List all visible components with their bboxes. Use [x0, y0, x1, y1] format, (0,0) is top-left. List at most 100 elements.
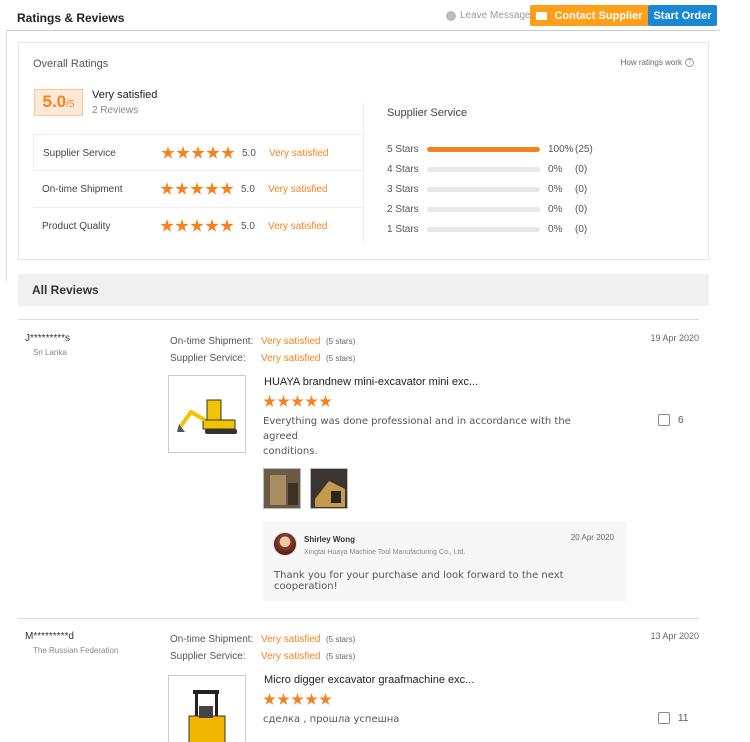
product-title-link[interactable]: HUAYA brandnew mini-excavator mini exc..… — [264, 376, 478, 388]
star-icon — [291, 395, 304, 407]
contact-supplier-label: Contact Supplier — [554, 9, 643, 22]
start-order-button[interactable]: Start Order — [648, 5, 717, 26]
help-icon: ? — [685, 58, 694, 67]
star-icon — [277, 693, 290, 705]
service-label: Supplier Service: — [170, 651, 246, 662]
supplier-service-title: Supplier Service — [387, 107, 468, 119]
product-image[interactable] — [168, 375, 246, 453]
photo-image — [264, 469, 300, 508]
star-rating — [161, 146, 235, 160]
star-distribution: 5 Stars 100% (25) 4 Stars 0% (0) 3 Stars… — [387, 139, 605, 239]
distribution-row: 1 Stars 0% (0) — [387, 219, 605, 239]
divider — [6, 31, 7, 281]
review-text-line: сделка , прошла успешна — [263, 714, 400, 725]
review-count: 2 Reviews — [92, 105, 139, 116]
star-level-count: (0) — [575, 183, 588, 195]
overall-score-badge: 5.0 /5 — [34, 89, 83, 116]
leave-messages-link[interactable]: Leave Messages — [446, 10, 536, 21]
review-photo-thumbnail[interactable] — [263, 468, 301, 509]
how-ratings-work-link[interactable]: How ratings work ? — [621, 58, 694, 67]
star-icon — [190, 182, 204, 195]
review-star-rating — [263, 693, 332, 706]
star-level-count: (0) — [575, 223, 588, 235]
star-icon — [305, 395, 318, 407]
star-icon — [205, 219, 219, 232]
star-icon — [220, 182, 234, 195]
reviews-header: Ratings & Reviews Leave Messages Contact… — [6, 0, 720, 31]
review-text-line: Everything was done professional and in … — [263, 416, 571, 442]
star-level-percent: 0% — [548, 223, 563, 235]
thumbs-up-icon — [658, 414, 670, 426]
service-stars: (5 stars) — [326, 354, 356, 363]
star-rating — [160, 182, 234, 196]
divider — [18, 618, 699, 619]
star-level-percent: 100% — [548, 143, 574, 155]
star-level-label: 3 Stars — [387, 183, 419, 195]
reply-message: Thank you for your purchase and look for… — [274, 570, 564, 592]
dimension-value: 5.0 — [242, 148, 256, 159]
review-photo-thumbnail[interactable] — [310, 468, 348, 509]
star-icon — [160, 219, 174, 232]
supplier-reply: Shirley Wong Xingtai Huaya Machine Tool … — [263, 521, 627, 601]
distribution-bar — [427, 226, 540, 232]
star-icon — [220, 219, 234, 232]
dimension-value: 5.0 — [241, 184, 255, 195]
dimension-satisfaction: Very satisfied — [268, 184, 328, 195]
star-level-label: 5 Stars — [387, 143, 419, 155]
review-dimension-ratings: On-time Shipment: Very satisfied (5 star… — [170, 631, 355, 665]
divider — [363, 103, 364, 243]
thumbs-up-icon — [658, 712, 670, 724]
star-level-label: 4 Stars — [387, 163, 419, 175]
distribution-row: 4 Stars 0% (0) — [387, 159, 605, 179]
review-text-line: conditions. — [263, 446, 318, 457]
review-date: 13 Apr 2020 — [650, 631, 699, 641]
distribution-bar — [427, 166, 540, 172]
distribution-row: 5 Stars 100% (25) — [387, 139, 605, 159]
star-level-label: 2 Stars — [387, 203, 419, 215]
excavator-image — [177, 399, 237, 434]
shipment-label: On-time Shipment: — [170, 634, 254, 645]
all-reviews-title: All Reviews — [32, 283, 99, 297]
review-dimension-ratings: On-time Shipment: Very satisfied (5 star… — [170, 333, 355, 367]
star-icon — [305, 693, 318, 705]
overall-score-max: /5 — [66, 99, 75, 110]
dimension-row-product-quality: Product Quality 5.0 Very satisfied — [33, 208, 364, 245]
product-image[interactable] — [168, 675, 246, 742]
review-photos — [263, 468, 348, 509]
distribution-bar — [427, 206, 540, 212]
mail-icon — [536, 11, 548, 20]
leave-messages-label: Leave Messages — [460, 10, 536, 21]
dimension-label: On-time Shipment — [42, 184, 123, 195]
service-value: Very satisfied — [261, 651, 321, 662]
shipment-value: Very satisfied — [261, 634, 321, 645]
divider — [18, 319, 699, 320]
distribution-bar — [427, 186, 540, 192]
star-icon — [190, 219, 204, 232]
star-icon — [175, 182, 189, 195]
star-level-count: (25) — [575, 143, 593, 155]
distribution-bar-fill — [427, 146, 540, 152]
like-button[interactable]: 11 — [658, 712, 688, 724]
reply-date: 20 Apr 2020 — [570, 533, 614, 542]
like-button[interactable]: 6 — [658, 414, 684, 426]
review-item: M*********d The Russian Federation On-ti… — [18, 631, 708, 742]
message-icon — [446, 10, 456, 21]
reviewer-name: M*********d — [25, 631, 74, 642]
dimension-row-on-time-shipment: On-time Shipment 5.0 Very satisfied — [33, 171, 364, 208]
shipment-stars: (5 stars) — [326, 635, 356, 644]
service-label: Supplier Service: — [170, 353, 246, 364]
star-level-percent: 0% — [548, 183, 563, 195]
star-icon — [191, 146, 205, 159]
star-icon — [175, 219, 189, 232]
dimension-value: 5.0 — [241, 221, 255, 232]
review-text: Everything was done professional and in … — [263, 414, 603, 459]
reviewer-country: The Russian Federation — [33, 646, 119, 655]
star-icon — [205, 182, 219, 195]
product-title-link[interactable]: Micro digger excavator graafmachine exc.… — [264, 674, 474, 686]
shipment-label: On-time Shipment: — [170, 336, 254, 347]
contact-supplier-button[interactable]: Contact Supplier — [530, 5, 649, 26]
dimension-row-supplier-service: Supplier Service 5.0 Very satisfied — [33, 134, 364, 171]
like-count: 6 — [678, 414, 684, 426]
reviewer-country: Sri Lanka — [33, 348, 67, 357]
review-star-rating — [263, 395, 332, 408]
